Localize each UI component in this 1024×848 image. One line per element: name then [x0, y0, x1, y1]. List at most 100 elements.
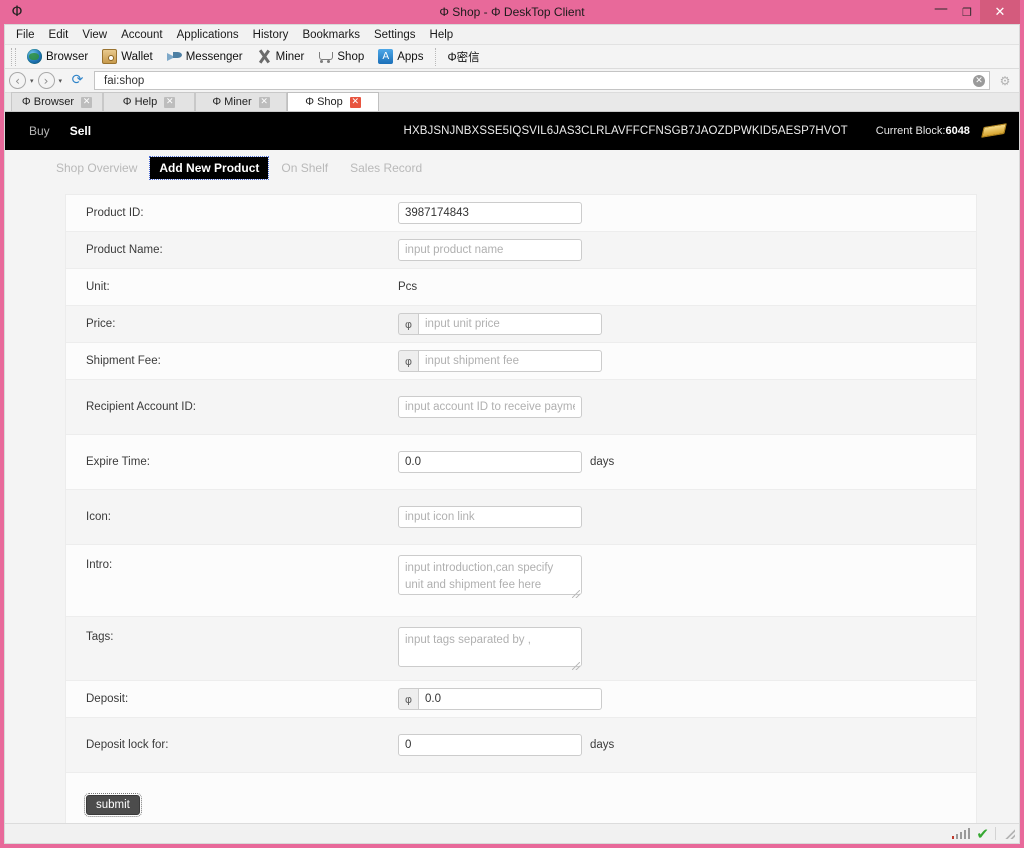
resize-handle-icon[interactable] [572, 590, 580, 598]
messenger-icon [166, 49, 182, 64]
forward-button[interactable]: › [37, 72, 55, 89]
menu-view[interactable]: View [75, 25, 114, 45]
shipment-fee-input[interactable] [418, 350, 602, 372]
tab-shop-close-icon[interactable]: ✕ [349, 96, 361, 108]
price-input[interactable] [418, 313, 602, 335]
tags-textarea-wrap [398, 627, 582, 672]
label-product-id: Product ID: [86, 207, 144, 219]
row-deposit: Deposit: φ [66, 681, 976, 718]
window-title: Φ Shop - Φ DeskTop Client [439, 5, 585, 19]
gold-bar-icon [981, 123, 1007, 138]
nav-buy[interactable]: Buy [19, 124, 60, 138]
toolbar-shop-button[interactable]: Shop [311, 46, 371, 68]
close-button[interactable]: ✕ [980, 0, 1020, 24]
subtab-on-shelf[interactable]: On Shelf [272, 157, 337, 179]
page-content: Buy Sell HXBJSNJNBXSSE5IQSVIL6JAS3CLRLAV… [5, 112, 1019, 823]
icon-link-input[interactable] [398, 506, 582, 528]
product-id-input[interactable] [398, 202, 582, 224]
toolbar-wallet-button[interactable]: Wallet [95, 46, 160, 68]
menu-history[interactable]: History [246, 25, 296, 45]
status-ok-icon: ✔ [976, 824, 989, 843]
product-name-input[interactable] [398, 239, 582, 261]
toolbar-browser-button[interactable]: Browser [20, 46, 95, 68]
expire-time-input[interactable] [398, 451, 582, 473]
titlebar: Φ Φ Shop - Φ DeskTop Client — ❐ ✕ [4, 0, 1020, 24]
deposit-input[interactable] [418, 688, 602, 710]
toolbar-shop-label: Shop [337, 50, 365, 63]
menu-file[interactable]: File [9, 25, 42, 45]
resize-handle-icon[interactable] [572, 662, 580, 670]
app-logo-icon: Φ [11, 4, 23, 20]
menu-settings[interactable]: Settings [367, 25, 423, 45]
reload-icon[interactable]: ⟳ [69, 72, 86, 89]
url-text: fai:shop [104, 74, 145, 87]
label-tags: Tags: [86, 631, 114, 643]
toolbar-miner-button[interactable]: Miner [250, 46, 312, 68]
intro-textarea[interactable] [398, 555, 582, 595]
shipment-fee-input-group: φ [398, 350, 602, 372]
label-intro: Intro: [86, 559, 113, 571]
cart-icon [318, 49, 334, 64]
tab-shop[interactable]: Φ Shop ✕ [287, 92, 379, 111]
submit-row: submit [66, 773, 976, 823]
subtab-shop-overview[interactable]: Shop Overview [47, 157, 146, 179]
tab-help[interactable]: Φ Help ✕ [103, 92, 195, 111]
toolbar-messenger-label: Messenger [185, 50, 243, 63]
label-recipient-account-id: Recipient Account ID: [86, 401, 196, 413]
maximize-button[interactable]: ❐ [954, 0, 980, 24]
submit-button[interactable]: submit [84, 793, 142, 817]
toolbar-mixin-label[interactable]: Φ密信 [441, 49, 485, 65]
row-deposit-lock: Deposit lock for: days [66, 718, 976, 773]
menu-account[interactable]: Account [114, 25, 170, 45]
back-button[interactable]: ‹ [9, 72, 26, 89]
label-deposit-lock: Deposit lock for: [86, 739, 169, 751]
label-unit: Unit: [86, 281, 110, 293]
nav-sell[interactable]: Sell [60, 124, 101, 138]
tab-help-label: Φ Help [122, 96, 158, 108]
menu-help[interactable]: Help [423, 25, 461, 45]
forward-dropdown-icon[interactable]: ▾ [57, 77, 65, 85]
menubar: File Edit View Account Applications Hist… [5, 25, 1019, 45]
url-input[interactable]: fai:shop ✕ [94, 71, 990, 90]
window-resize-grip[interactable] [1004, 828, 1015, 839]
gear-icon[interactable]: ⚙ [997, 74, 1013, 88]
tab-miner-label: Φ Miner [212, 96, 252, 108]
subtab-add-new-product[interactable]: Add New Product [149, 156, 270, 180]
statusbar-separator [995, 827, 996, 840]
label-product-name: Product Name: [86, 244, 163, 256]
label-shipment-fee: Shipment Fee: [86, 355, 161, 367]
back-dropdown-icon[interactable]: ▾ [28, 77, 36, 85]
recipient-account-id-input[interactable] [398, 396, 582, 418]
application-window: Φ Φ Shop - Φ DeskTop Client — ❐ ✕ File E… [0, 0, 1024, 848]
row-expire-time: Expire Time: days [66, 435, 976, 490]
menu-edit[interactable]: Edit [42, 25, 76, 45]
current-block-value: 6048 [945, 125, 970, 137]
wallet-icon [102, 49, 118, 64]
clear-icon[interactable]: ✕ [973, 74, 985, 87]
deposit-lock-unit: days [590, 739, 615, 751]
statusbar: ✔ [5, 823, 1019, 843]
tab-miner[interactable]: Φ Miner ✕ [195, 92, 287, 111]
currency-phi-icon: φ [398, 313, 418, 335]
subtab-sales-record[interactable]: Sales Record [341, 157, 431, 179]
tab-help-close-icon[interactable]: ✕ [164, 96, 176, 108]
toolbar-apps-button[interactable]: A Apps [371, 46, 430, 68]
row-tags: Tags: [66, 617, 976, 681]
tab-browser[interactable]: Φ Browser ✕ [11, 92, 103, 111]
client-area: File Edit View Account Applications Hist… [4, 24, 1020, 844]
menu-bookmarks[interactable]: Bookmarks [295, 25, 367, 45]
browser-tabstrip: Φ Browser ✕ Φ Help ✕ Φ Miner ✕ Φ Shop ✕ [5, 92, 1019, 112]
shop-subnav: Shop Overview Add New Product On Shelf S… [5, 150, 1019, 180]
tags-textarea[interactable] [398, 627, 582, 667]
toolbar-grip[interactable] [11, 47, 16, 66]
tab-browser-close-icon[interactable]: ✕ [81, 96, 93, 108]
toolbar-messenger-button[interactable]: Messenger [160, 46, 250, 68]
toolbar-browser-label: Browser [46, 50, 89, 63]
label-expire-time: Expire Time: [86, 456, 150, 468]
deposit-lock-input[interactable] [398, 734, 582, 756]
toolbar: Browser Wallet Messenger Miner Shop A Ap… [5, 45, 1019, 69]
shop-topnav: Buy Sell HXBJSNJNBXSSE5IQSVIL6JAS3CLRLAV… [5, 112, 1019, 150]
menu-applications[interactable]: Applications [170, 25, 246, 45]
tab-miner-close-icon[interactable]: ✕ [258, 96, 270, 108]
minimize-button[interactable]: — [928, 0, 954, 24]
